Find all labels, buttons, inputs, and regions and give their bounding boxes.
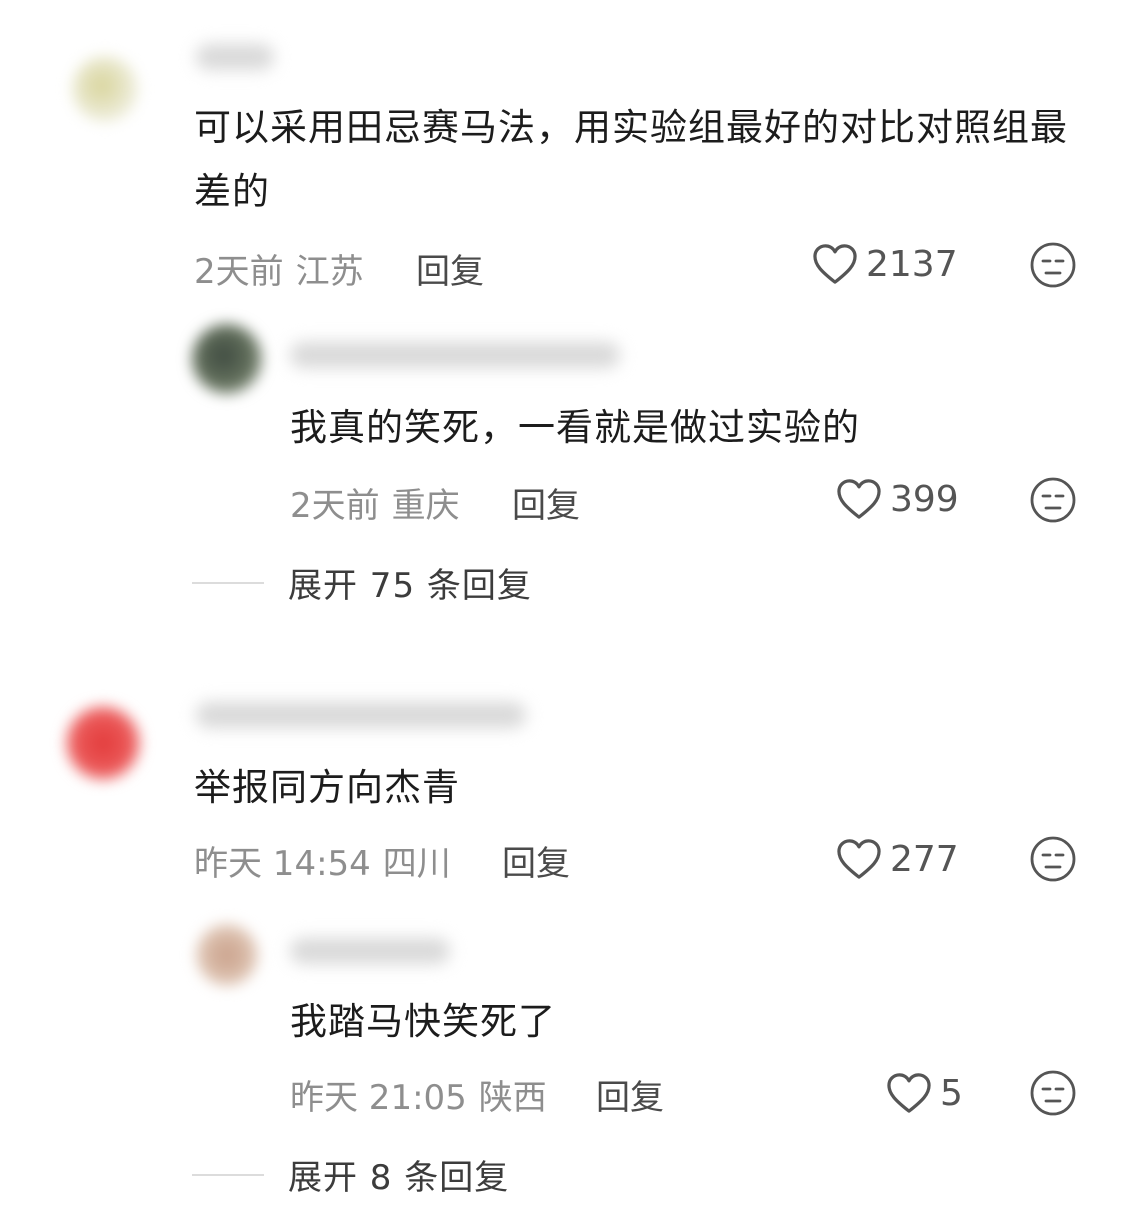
neutral-face-icon[interactable]: [1030, 836, 1076, 882]
comment-text: 举报同方向杰青: [194, 766, 460, 809]
reply-button[interactable]: 回复: [502, 836, 570, 885]
reply-time: 2天前: [290, 486, 380, 526]
username-blurred[interactable]: [290, 938, 450, 964]
comment-meta: 2天前 江苏: [194, 244, 364, 293]
username-blurred[interactable]: [196, 702, 526, 728]
expand-replies-button[interactable]: 展开 8 条回复: [192, 1150, 509, 1199]
username-blurred[interactable]: [290, 342, 620, 368]
comment-text: 可以采用田忌赛马法，用实验组最好的对比对照组最差的: [194, 106, 1068, 213]
comment-location: 江苏: [295, 252, 364, 292]
reply-button[interactable]: 回复: [596, 1070, 664, 1119]
reply-meta: 2天前 重庆: [290, 478, 460, 527]
like-count: 2137: [866, 243, 958, 285]
reply-button[interactable]: 回复: [512, 478, 580, 527]
avatar[interactable]: [66, 706, 140, 780]
like-count: 277: [890, 838, 959, 880]
username-blurred[interactable]: [196, 44, 274, 70]
expand-replies-label: 展开 75 条回复: [288, 566, 532, 606]
heart-outline-icon: [887, 1073, 931, 1113]
neutral-face-icon[interactable]: [1030, 477, 1076, 523]
like-button[interactable]: 277: [836, 838, 959, 880]
avatar[interactable]: [192, 324, 262, 394]
reply-meta: 昨天 21:05 陕西: [290, 1070, 547, 1119]
reply-location: 陕西: [478, 1078, 547, 1118]
heart-outline-icon: [837, 839, 881, 879]
reply-time: 昨天 21:05: [290, 1078, 467, 1118]
like-count: 5: [940, 1072, 963, 1114]
divider-line: [192, 581, 264, 584]
comment-time: 2天前: [194, 252, 284, 292]
like-count: 399: [890, 478, 959, 520]
avatar[interactable]: [72, 56, 138, 122]
expand-replies-label: 展开 8 条回复: [288, 1158, 510, 1198]
comment-meta: 昨天 14:54 四川: [194, 836, 451, 885]
reply-location: 重庆: [391, 486, 460, 526]
reply-text: 我真的笑死，一看就是做过实验的: [290, 406, 860, 449]
reply-text: 我踏马快笑死了: [290, 1000, 556, 1043]
heart-outline-icon: [813, 244, 857, 284]
comment-location: 四川: [382, 844, 451, 884]
like-button[interactable]: 2137: [812, 243, 958, 285]
heart-outline-icon: [837, 479, 881, 519]
reply-button[interactable]: 回复: [416, 244, 484, 293]
like-button[interactable]: 5: [886, 1072, 963, 1114]
divider-line: [192, 1173, 264, 1176]
comment-time: 昨天 14:54: [194, 844, 371, 884]
neutral-face-icon[interactable]: [1030, 242, 1076, 288]
neutral-face-icon[interactable]: [1030, 1070, 1076, 1116]
expand-replies-button[interactable]: 展开 75 条回复: [192, 558, 532, 607]
like-button[interactable]: 399: [836, 478, 959, 520]
avatar[interactable]: [196, 924, 258, 986]
